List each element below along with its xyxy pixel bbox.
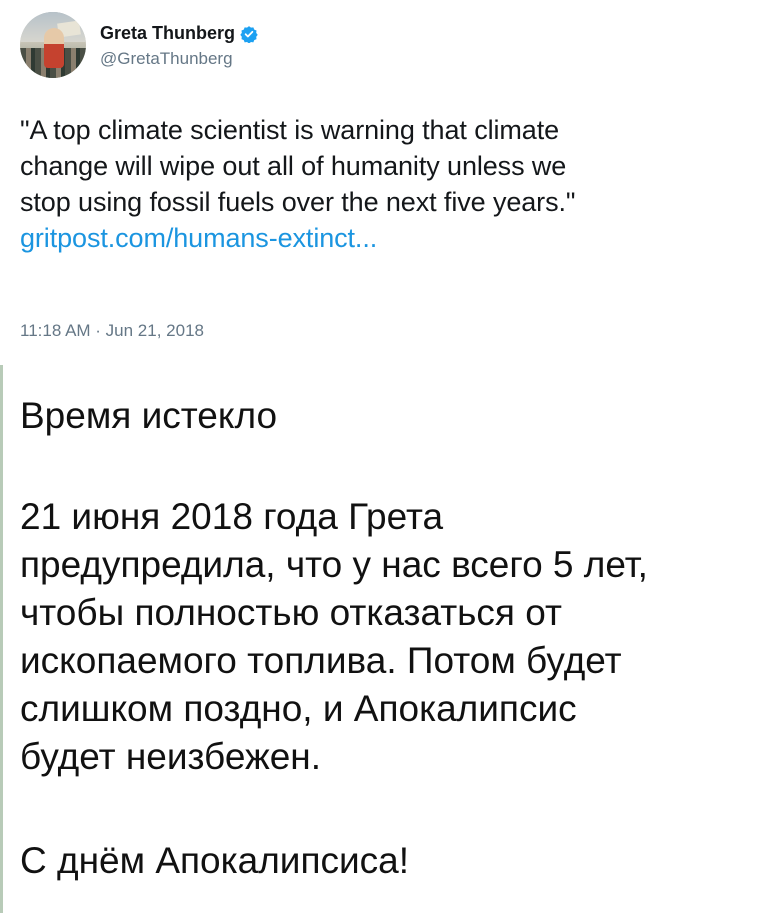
tweet-link[interactable]: gritpost.com/humans-extinct... <box>20 220 750 256</box>
caption-closing: С днём Апокалипсиса! <box>20 840 410 881</box>
caption-title: Время истекло <box>20 395 278 436</box>
user-meta: Greta Thunberg @GretaThunberg <box>100 22 258 69</box>
caption: Время истекло 21 июня 2018 года Грета пр… <box>20 392 760 885</box>
tweet-text: "A top climate scientist is warning that… <box>20 112 750 256</box>
caption-body-line: 21 июня 2018 года Грета <box>20 496 444 537</box>
name-row: Greta Thunberg <box>100 22 258 46</box>
tweet-text-line: change will wipe out all of humanity unl… <box>20 151 567 181</box>
user-handle[interactable]: @GretaThunberg <box>100 49 258 69</box>
caption-body-line: ископаемого топлива. Потом будет <box>20 640 622 681</box>
tweet-timestamp[interactable]: 11:18 AM · Jun 21, 2018 <box>20 321 204 341</box>
tweet-text-line: stop using fossil fuels over the next fi… <box>20 187 576 217</box>
tweet-header: Greta Thunberg @GretaThunberg <box>20 12 258 78</box>
caption-body: 21 июня 2018 года Грета предупредила, чт… <box>20 493 760 781</box>
caption-body-line: будет неизбежен. <box>20 736 322 777</box>
avatar-person <box>44 28 64 68</box>
avatar[interactable] <box>20 12 86 78</box>
caption-body-line: чтобы полностью отказаться от <box>20 592 562 633</box>
tweet-card: Greta Thunberg @GretaThunberg "A top cli… <box>0 0 777 365</box>
display-name[interactable]: Greta Thunberg <box>100 23 235 44</box>
caption-body-line: предупредила, что у нас всего 5 лет, <box>20 544 648 585</box>
verified-badge-icon <box>240 25 258 44</box>
tweet-text-line: "A top climate scientist is warning that… <box>20 115 560 145</box>
caption-body-line: слишком поздно, и Апокалипсис <box>20 688 577 729</box>
